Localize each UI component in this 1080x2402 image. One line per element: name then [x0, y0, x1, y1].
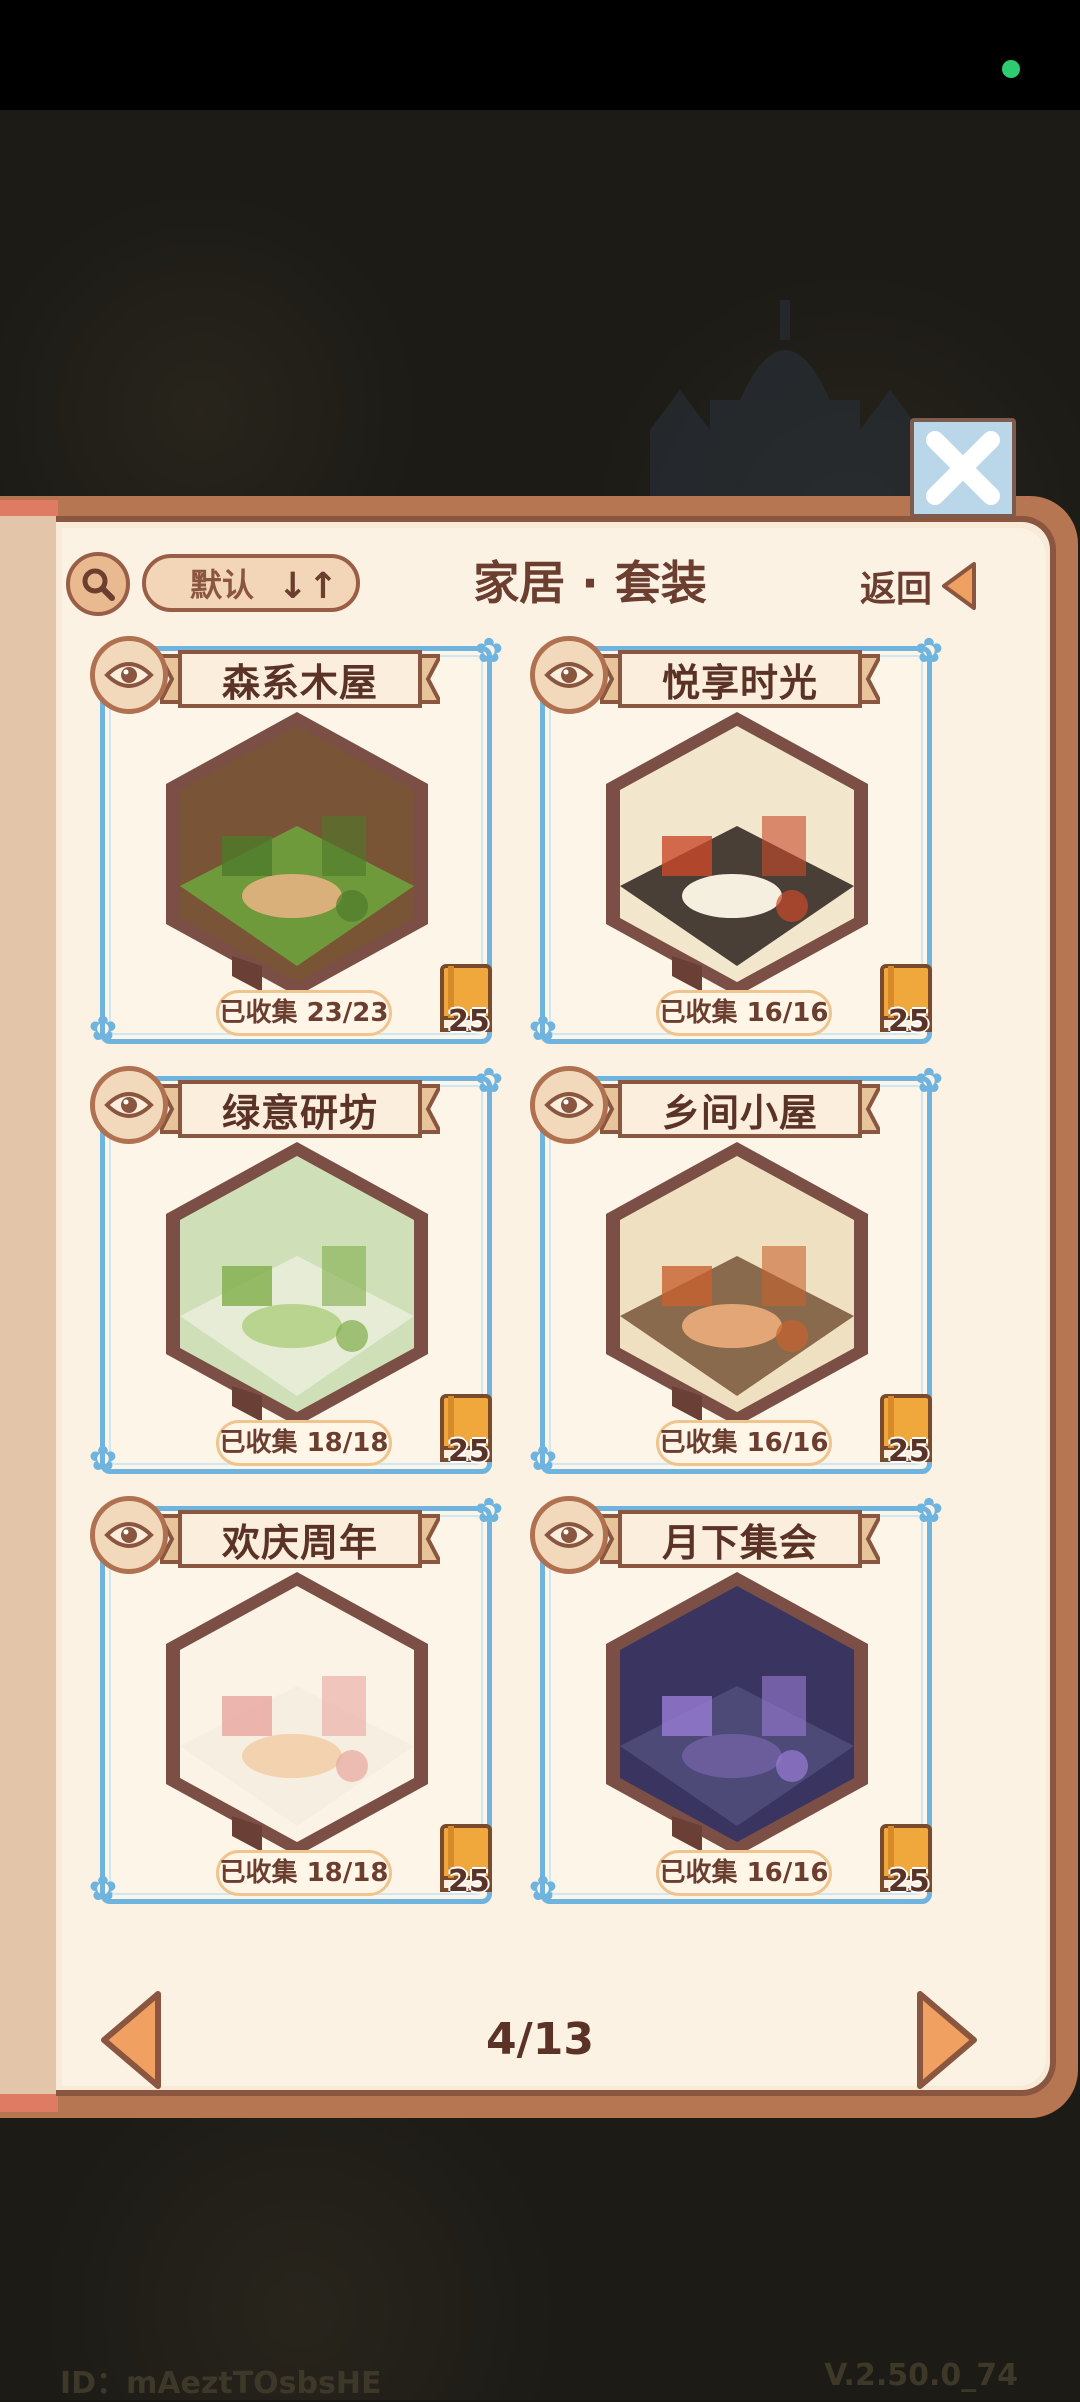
- set-card[interactable]: ✿ ✿ 森系木屋 已收集 23/23 25: [89, 634, 504, 1046]
- flower-decoration-icon: ✿: [914, 1061, 944, 1101]
- set-name: 月下集会: [661, 1520, 818, 1565]
- flower-decoration-icon: ✿: [88, 1439, 118, 1479]
- search-button[interactable]: [66, 552, 130, 616]
- flower-decoration-icon: ✿: [528, 1869, 558, 1909]
- player-id: ID：mAeztTOsbsHE: [60, 2366, 382, 2401]
- room-preview-image: [166, 1572, 428, 1856]
- set-card[interactable]: ✿ ✿ 欢庆周年 已收集 18/18 25: [89, 1494, 504, 1906]
- collected-progress: 已收集 16/16: [656, 990, 832, 1036]
- set-name-banner: 月下集会: [600, 1506, 880, 1572]
- collected-progress: 已收集 23/23: [216, 990, 392, 1036]
- sort-button[interactable]: 默认 ↓↑: [142, 554, 360, 612]
- banner-body: 绿意研坊: [178, 1080, 422, 1138]
- status-indicator-dot: [1002, 60, 1020, 78]
- flower-decoration-icon: ✿: [528, 1439, 558, 1479]
- flower-decoration-icon: ✿: [914, 631, 944, 671]
- book-count: 25: [888, 1434, 930, 1469]
- banner-body: 森系木屋: [178, 650, 422, 708]
- version-label: V.2.50.0_74: [824, 2358, 1018, 2393]
- banner-body: 悦享时光: [618, 650, 862, 708]
- set-name: 乡间小屋: [661, 1090, 818, 1135]
- sort-order-icon: ↓↑: [277, 566, 338, 607]
- collected-progress: 已收集 16/16: [656, 1420, 832, 1466]
- eye-icon: [544, 1092, 594, 1118]
- preview-eye-button[interactable]: [530, 1496, 608, 1574]
- close-icon: [926, 431, 1000, 505]
- book-spine-band-top: [0, 500, 58, 516]
- set-name-banner: 绿意研坊: [160, 1076, 440, 1142]
- room-preview-image: [166, 712, 428, 996]
- sort-label: 默认: [190, 566, 255, 604]
- collected-progress: 已收集 16/16: [656, 1850, 832, 1896]
- back-label: 返回: [860, 569, 933, 610]
- flower-decoration-icon: ✿: [474, 1061, 504, 1101]
- castle-silhouette: [650, 300, 920, 510]
- book-spine: [0, 500, 58, 2112]
- set-name-banner: 乡间小屋: [600, 1076, 880, 1142]
- flower-decoration-icon: ✿: [474, 1491, 504, 1531]
- collected-progress: 已收集 18/18: [216, 1420, 392, 1466]
- preview-eye-button[interactable]: [90, 636, 168, 714]
- set-name: 森系木屋: [221, 660, 378, 705]
- room-preview-image: [606, 1142, 868, 1426]
- book-count: 25: [888, 1864, 930, 1899]
- banner-body: 乡间小屋: [618, 1080, 862, 1138]
- flower-decoration-icon: ✿: [528, 1009, 558, 1049]
- set-card[interactable]: ✿ ✿ 悦享时光 已收集 16/16 25: [529, 634, 944, 1046]
- flower-decoration-icon: ✿: [88, 1009, 118, 1049]
- room-preview-image: [606, 712, 868, 996]
- room-preview-image: [166, 1142, 428, 1426]
- book-count: 25: [448, 1434, 490, 1469]
- preview-eye-button[interactable]: [530, 1066, 608, 1144]
- flower-decoration-icon: ✿: [474, 631, 504, 671]
- banner-body: 月下集会: [618, 1510, 862, 1568]
- set-card[interactable]: ✿ ✿ 乡间小屋 已收集 16/16 25: [529, 1064, 944, 1476]
- set-card[interactable]: ✿ ✿ 月下集会 已收集 16/16 25: [529, 1494, 944, 1906]
- book-count: 25: [448, 1004, 490, 1039]
- book-spine-band-bottom: [0, 2094, 58, 2112]
- set-name: 欢庆周年: [221, 1520, 378, 1565]
- page-title: 家居 · 套装: [473, 556, 707, 610]
- status-bar: [0, 0, 1080, 110]
- set-name: 绿意研坊: [221, 1090, 378, 1135]
- eye-icon: [104, 1522, 154, 1548]
- eye-icon: [544, 1522, 594, 1548]
- back-arrow-icon: [942, 562, 977, 610]
- set-name-banner: 森系木屋: [160, 646, 440, 712]
- set-name-banner: 欢庆周年: [160, 1506, 440, 1572]
- set-name-banner: 悦享时光: [600, 646, 880, 712]
- preview-eye-button[interactable]: [90, 1066, 168, 1144]
- preview-eye-button[interactable]: [530, 636, 608, 714]
- banner-body: 欢庆周年: [178, 1510, 422, 1568]
- flower-decoration-icon: ✿: [88, 1869, 118, 1909]
- eye-icon: [544, 662, 594, 688]
- set-name: 悦享时光: [661, 660, 818, 705]
- eye-icon: [104, 662, 154, 688]
- collected-progress: 已收集 18/18: [216, 1850, 392, 1896]
- page-indicator: 4/13: [486, 2014, 594, 2065]
- previous-page-button[interactable]: [96, 1988, 166, 2092]
- book-count: 25: [448, 1864, 490, 1899]
- room-preview-image: [606, 1572, 868, 1856]
- preview-eye-button[interactable]: [90, 1496, 168, 1574]
- eye-icon: [104, 1092, 154, 1118]
- flower-decoration-icon: ✿: [914, 1491, 944, 1531]
- close-button[interactable]: [910, 418, 1016, 518]
- next-page-button[interactable]: [912, 1988, 982, 2092]
- book-count: 25: [888, 1004, 930, 1039]
- set-card[interactable]: ✿ ✿ 绿意研坊 已收集 18/18 25: [89, 1064, 504, 1476]
- search-icon: [82, 568, 115, 601]
- back-button[interactable]: 返回: [860, 556, 1000, 616]
